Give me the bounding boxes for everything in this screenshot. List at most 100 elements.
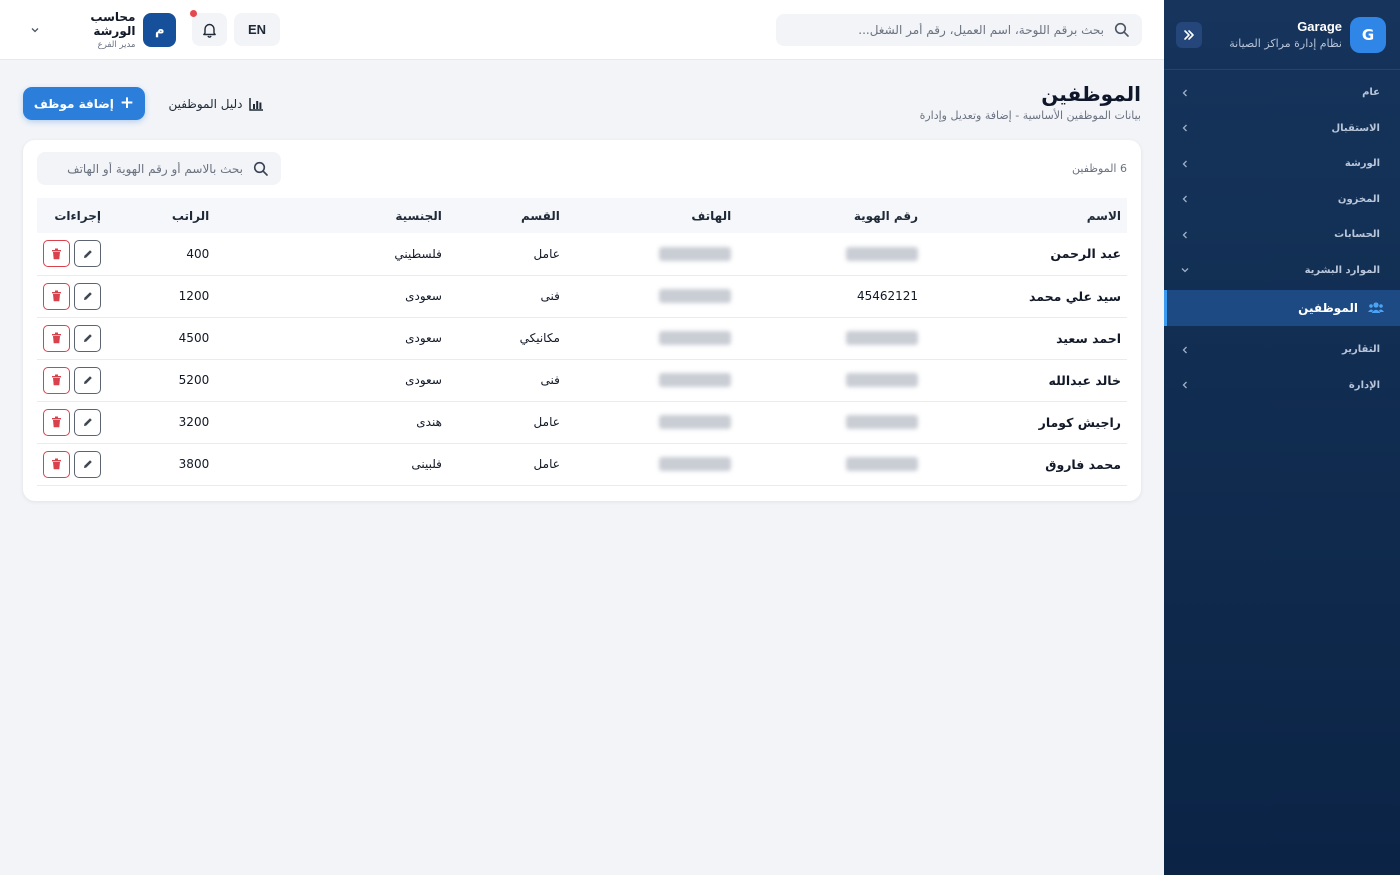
global-search[interactable] xyxy=(776,14,1142,46)
cell-salary: 1200 xyxy=(178,289,210,303)
sidebar-group-inventory[interactable]: المخزون xyxy=(1164,182,1400,218)
chevron-left-icon xyxy=(1182,160,1187,168)
chevron-left-icon xyxy=(1182,89,1187,97)
cell-nationality: فلبينى xyxy=(411,457,442,471)
chevron-left-icon xyxy=(1182,231,1187,239)
redacted-id xyxy=(846,247,919,261)
cell-id xyxy=(737,443,924,485)
cell-department: مكانيكي xyxy=(519,331,560,345)
redacted-phone xyxy=(659,457,732,472)
cell-department: عامل xyxy=(533,246,560,261)
edit-button[interactable] xyxy=(74,450,102,478)
edit-button[interactable] xyxy=(74,282,102,310)
column-header-id[interactable]: رقم الهوية xyxy=(737,198,924,233)
employees-guide-button[interactable]: دليل الموظفين xyxy=(152,87,280,120)
redacted-id xyxy=(846,415,919,430)
collapse-sidebar-button[interactable] xyxy=(1176,21,1202,48)
sidebar-group-label: الاستقبال xyxy=(1331,122,1380,134)
trash-icon xyxy=(52,416,62,428)
cell-name: خالد عبدالله xyxy=(1048,372,1122,388)
delete-button[interactable] xyxy=(43,240,71,268)
cell-nationality: فلسطيني xyxy=(394,246,442,261)
user-menu[interactable]: م محاسب الورشة مدير الفرع xyxy=(30,10,176,50)
table-header-row: الاسم رقم الهوية الهاتف القسم الجنسية ال… xyxy=(37,198,1127,233)
search-icon xyxy=(1114,22,1129,37)
table-row: احمد سعيد مكانيكي سعودى 4500 xyxy=(37,317,1127,359)
employees-card: 6 الموظفين الاسم رقم الهوية الهاتف القسم… xyxy=(23,140,1141,501)
chevron-down-icon xyxy=(1181,268,1189,273)
column-header-department[interactable]: القسم xyxy=(448,198,566,233)
redacted-id xyxy=(846,457,919,472)
employee-search-input[interactable] xyxy=(49,161,243,176)
global-search-input[interactable] xyxy=(788,23,1104,37)
cell-actions xyxy=(37,401,107,443)
delete-button[interactable] xyxy=(43,450,71,478)
delete-button[interactable] xyxy=(43,408,71,436)
row-actions xyxy=(43,408,102,436)
sidebar-item-employees[interactable]: الموظفين xyxy=(1164,290,1400,326)
sidebar-group-label: عام xyxy=(1362,87,1380,99)
sidebar-group-accounts[interactable]: الحسابات xyxy=(1164,217,1400,253)
redacted-phone xyxy=(659,373,732,388)
employees-count: 6 الموظفين xyxy=(1072,162,1127,175)
sidebar-group-general[interactable]: عام xyxy=(1164,75,1400,111)
brand-logo: G xyxy=(1350,16,1386,53)
table-row: خالد عبدالله فنى سعودى 5200 xyxy=(37,359,1127,401)
edit-button[interactable] xyxy=(74,324,102,352)
delete-button[interactable] xyxy=(43,324,71,352)
edit-button[interactable] xyxy=(74,240,102,268)
delete-button[interactable] xyxy=(43,366,71,394)
cell-name: عبد الرحمن xyxy=(1050,246,1121,262)
sidebar: G Garage نظام إدارة مراكز الصيانة عام ال… xyxy=(1164,0,1400,875)
notifications-button[interactable] xyxy=(192,13,227,46)
chart-bar-icon xyxy=(248,97,263,111)
employees-table-body: عبد الرحمن عامل فلسطيني 400 سيد علي محمد 4546… xyxy=(37,233,1127,485)
pencil-icon xyxy=(83,249,92,258)
sidebar-group-reports[interactable]: التقارير xyxy=(1164,332,1400,368)
pencil-icon xyxy=(83,376,92,384)
cell-salary: 3200 xyxy=(178,415,210,429)
trash-icon xyxy=(52,290,62,302)
language-toggle-button[interactable]: EN xyxy=(234,13,280,46)
trash-icon xyxy=(52,374,62,386)
sidebar-group-hr[interactable]: الموارد البشرية xyxy=(1164,253,1400,289)
sidebar-group-label: الإدارة xyxy=(1348,379,1380,391)
user-info: محاسب الورشة مدير الفرع xyxy=(48,10,135,50)
column-header-phone[interactable]: الهاتف xyxy=(566,198,737,233)
sidebar-group-reception[interactable]: الاستقبال xyxy=(1164,111,1400,147)
cell-department: فنى xyxy=(540,289,560,303)
row-actions xyxy=(43,282,102,310)
double-chevron-right-icon xyxy=(1184,29,1194,40)
cell-id: 45462121 xyxy=(737,275,924,317)
cell-department: عامل xyxy=(533,415,560,429)
notification-badge xyxy=(190,10,197,17)
sidebar-group-label: التقارير xyxy=(1342,344,1380,356)
table-row: راجيش كومار عامل هندى 3200 xyxy=(37,401,1127,443)
cell-salary: 4500 xyxy=(178,331,210,345)
column-header-salary[interactable]: الراتب xyxy=(107,198,215,233)
delete-button[interactable] xyxy=(43,282,71,310)
pencil-icon xyxy=(83,460,92,468)
cell-id xyxy=(737,359,924,401)
topbar: EN م محاسب الورشة مدير الفرع xyxy=(0,0,1164,60)
user-name: محاسب الورشة xyxy=(90,10,136,38)
column-header-nationality[interactable]: الجنسية xyxy=(215,198,448,233)
pencil-icon xyxy=(83,418,92,426)
add-employee-button[interactable]: + إضافة موظف xyxy=(23,87,145,120)
column-header-name[interactable]: الاسم xyxy=(924,198,1127,233)
cell-name: سيد علي محمد xyxy=(1029,288,1121,304)
cell-phone xyxy=(566,233,737,275)
cell-actions xyxy=(37,233,107,275)
row-actions xyxy=(43,366,102,394)
sidebar-group-administration[interactable]: الإدارة xyxy=(1164,368,1400,404)
edit-button[interactable] xyxy=(74,408,102,436)
page-title: الموظفين xyxy=(1041,82,1141,106)
chevron-left-icon xyxy=(1182,124,1187,132)
cell-salary: 3800 xyxy=(178,457,210,471)
employee-search[interactable] xyxy=(37,152,281,185)
cell-phone xyxy=(566,443,737,485)
edit-button[interactable] xyxy=(74,366,102,394)
sidebar-group-workshop[interactable]: الورشة xyxy=(1164,146,1400,182)
cell-id-value: 45462121 xyxy=(856,289,919,303)
employees-table: الاسم رقم الهوية الهاتف القسم الجنسية ال… xyxy=(37,198,1127,486)
